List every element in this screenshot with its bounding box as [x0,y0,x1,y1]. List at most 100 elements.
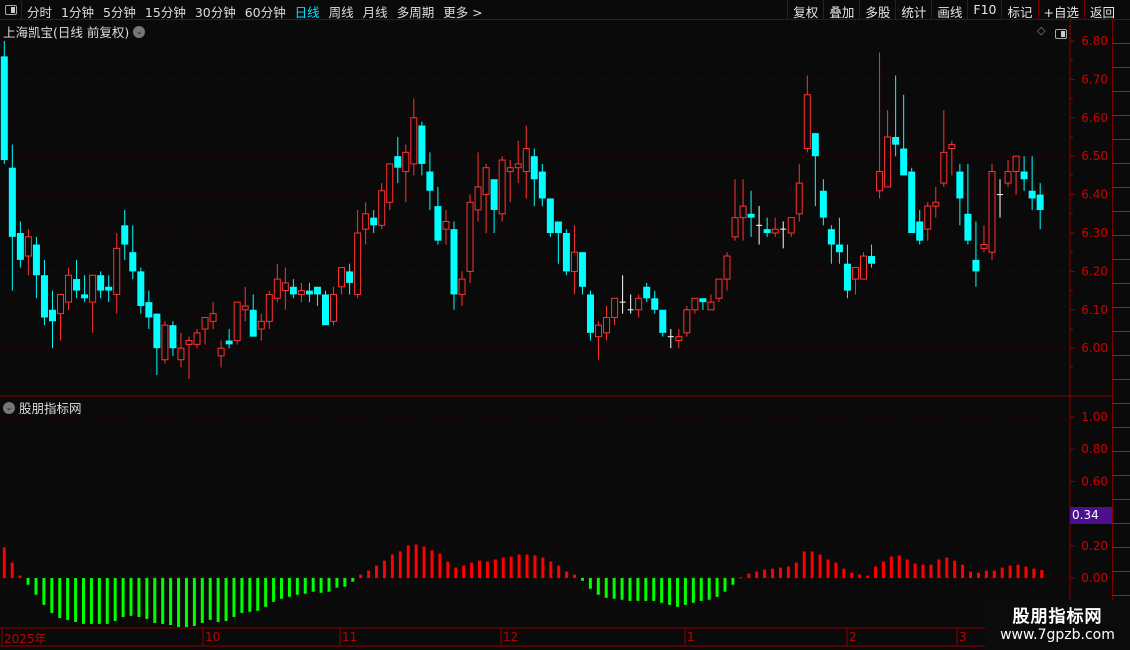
indicator-bar [478,560,481,578]
candle [691,297,699,314]
candle-body [851,267,859,280]
candle-body [988,171,996,253]
candle-body [57,293,65,315]
candle-body [739,205,747,219]
candle-body [153,313,161,349]
indicator-bar [541,557,545,578]
indicator-bar [802,551,806,578]
indicator-bar [406,545,410,578]
side-panel-cell[interactable] [1113,428,1130,452]
side-panel-cell[interactable] [1113,476,1130,500]
side-panel-cell[interactable] [1113,164,1130,188]
candle [578,252,586,295]
candle [16,221,24,268]
indicator-bar [588,578,592,589]
candle [394,137,402,184]
candle [884,110,892,188]
indicator-bar [818,554,822,578]
candle [964,163,972,245]
indicator-bar [747,573,751,578]
side-panel-cell[interactable] [1113,380,1130,404]
side-panel-cell[interactable] [1113,452,1130,476]
candle [803,75,811,153]
indicator-bar [866,575,870,578]
side-panel-cell[interactable] [1113,356,1130,380]
indicator-bar [874,566,877,578]
side-panel-cell[interactable] [1113,524,1130,548]
side-panel-cell[interactable] [1113,548,1130,572]
indicator-bar [620,578,624,600]
side-panel-cell[interactable] [1113,404,1130,428]
side-panel-cell[interactable] [1113,284,1130,308]
candle-body [675,336,683,342]
candle-body [731,217,739,238]
candle-body [185,340,193,345]
candle-body [281,282,289,292]
candle [121,209,129,260]
candle [32,236,40,299]
side-panel-cell[interactable] [1113,44,1130,68]
candle [322,290,329,326]
date-label: 3 [959,630,967,644]
candle-body [795,182,803,215]
candle-body [835,244,843,253]
indicator-bar [573,574,577,578]
candle [225,329,233,349]
candle [611,297,619,326]
candle [530,148,538,207]
side-panel-cell[interactable] [1113,188,1130,212]
indicator-bar [652,578,656,601]
side-panel-cell[interactable] [1113,140,1130,164]
date-label: 12 [503,630,519,644]
candle-body [1020,171,1028,180]
candle [932,186,940,218]
candle-body [233,301,241,342]
price-tick-label: 6.70 [1081,72,1108,86]
price-tick-label: 6.10 [1081,303,1108,317]
candle [289,279,297,299]
side-panel-cell[interactable] [1113,236,1130,260]
indicator-bar [58,578,62,618]
side-panel-cell[interactable] [1113,212,1130,236]
candle-body [217,347,225,357]
candle-body [691,297,699,311]
watermark: 股朋指标网 www.7gpzb.com [985,600,1130,650]
indicator-bar [1040,569,1044,578]
candle [715,278,723,303]
price-tick-label: 6.20 [1081,264,1108,278]
indicator-bar [509,556,513,578]
candle [514,140,522,184]
indicator-tick-label: 0.80 [1081,442,1108,456]
side-panel-cell[interactable] [1113,500,1130,524]
candle [675,329,683,349]
candle-body [313,286,321,295]
indicator-bar [549,561,553,578]
side-panel-cell[interactable] [1113,92,1130,116]
side-panel-cell[interactable] [1113,260,1130,284]
indicator-bar [668,578,672,605]
candle-body [514,163,522,169]
indicator-bar [834,562,838,578]
side-panel-cell[interactable] [1113,332,1130,356]
candle-body [65,274,73,303]
side-panel-strip[interactable] [1112,20,1130,630]
side-panel-cell[interactable] [1113,572,1130,596]
side-panel-cell[interactable] [1113,20,1130,44]
candle [410,98,418,176]
candle-body [249,309,257,337]
indicator-bar [200,578,204,623]
candle-body [330,293,338,322]
side-panel-cell[interactable] [1113,308,1130,332]
candle [900,94,908,176]
kline-chart[interactable]: 6.80 6.70 6.60 6.50 6.40 6.30 6.20 6.10 6.00 1.00… [0,0,1130,650]
indicator-bar [335,578,339,588]
candle-body [578,252,586,287]
indicator-bar [446,561,450,578]
side-panel-cell[interactable] [1113,116,1130,140]
candle [1012,155,1020,195]
candle [771,217,779,237]
side-panel-cell[interactable] [1113,68,1130,92]
indicator-bar [889,556,893,578]
candle [707,294,715,311]
candle [97,271,105,299]
